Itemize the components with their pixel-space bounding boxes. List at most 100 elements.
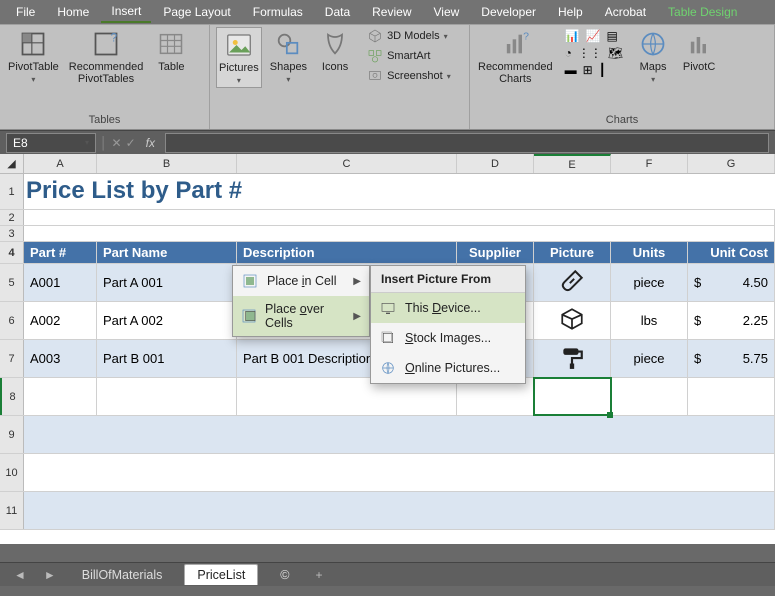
fx-button[interactable]: fx: [140, 136, 161, 150]
maps-button[interactable]: Maps ▾: [633, 27, 673, 86]
cell-part-name[interactable]: Part A 002: [97, 302, 237, 339]
cell-part-no[interactable]: A002: [24, 302, 97, 339]
formula-input[interactable]: [165, 133, 769, 153]
th-part-name[interactable]: Part Name: [97, 242, 237, 263]
cell-unit-cost[interactable]: $5.75: [688, 340, 775, 377]
table-button[interactable]: Table: [151, 27, 191, 75]
th-picture[interactable]: Picture: [534, 242, 611, 263]
sheet-tab-billofmaterials[interactable]: BillOfMaterials: [70, 565, 175, 585]
icons-button[interactable]: Icons: [315, 27, 355, 75]
sheet-nav-next[interactable]: ►: [40, 568, 60, 582]
cell[interactable]: [24, 378, 97, 415]
col-header-g[interactable]: G: [688, 154, 775, 173]
cell-units[interactable]: piece: [611, 340, 688, 377]
cancel-icon[interactable]: ✕: [112, 136, 122, 150]
tab-help[interactable]: Help: [548, 2, 593, 22]
cell-picture[interactable]: [534, 302, 611, 339]
cell-part-name[interactable]: Part A 001: [97, 264, 237, 301]
row-header-5[interactable]: 5: [0, 264, 24, 301]
row-header-9[interactable]: 9: [0, 416, 24, 453]
sheet-nav-prev[interactable]: ◄: [10, 568, 30, 582]
title-cell[interactable]: Price List by Part #: [24, 174, 775, 208]
sheet-tab-copyright[interactable]: ©: [268, 565, 301, 585]
th-supplier[interactable]: Supplier: [457, 242, 534, 263]
line-chart-icon[interactable]: 📈: [586, 29, 601, 43]
cell-unit-cost[interactable]: $2.25: [688, 302, 775, 339]
screenshot-button[interactable]: Screenshot ▾: [365, 67, 453, 85]
scatter-chart-icon[interactable]: ⋮⋮: [578, 46, 602, 60]
col-header-d[interactable]: D: [457, 154, 534, 173]
bar-chart-icon[interactable]: ▬: [565, 63, 577, 77]
smartart-button[interactable]: SmartArt: [365, 47, 453, 65]
row-header-4[interactable]: 4: [0, 242, 24, 263]
add-sheet-button[interactable]: +: [312, 568, 327, 582]
row-header-3[interactable]: 3: [0, 226, 24, 241]
3d-models-button[interactable]: 3D Models ▾: [365, 27, 453, 45]
cell-picture[interactable]: [534, 340, 611, 377]
horizontal-scrollbar[interactable]: [0, 544, 775, 562]
menu-place-over-cells[interactable]: Place over Cells ▶: [233, 296, 369, 336]
row-header-1[interactable]: 1: [0, 174, 24, 209]
name-box[interactable]: E8 ▾: [6, 133, 96, 153]
cell[interactable]: [97, 378, 237, 415]
col-header-e[interactable]: E: [534, 154, 611, 173]
cell-units[interactable]: lbs: [611, 302, 688, 339]
sheet-tab-pricelist[interactable]: PriceList: [184, 564, 258, 585]
select-all-cell[interactable]: ◢: [0, 154, 24, 173]
menu-place-in-cell[interactable]: Place in Cell ▶: [233, 266, 369, 296]
menu-stock-images[interactable]: Stock Images...: [371, 323, 525, 353]
col-header-b[interactable]: B: [97, 154, 237, 173]
pivot-table-button[interactable]: PivotTable ▾: [6, 27, 61, 86]
row-header-10[interactable]: 10: [0, 454, 24, 491]
tab-developer[interactable]: Developer: [471, 2, 546, 22]
cell-picture[interactable]: [534, 264, 611, 301]
column-chart-icon[interactable]: 📊: [565, 29, 580, 43]
row-header-6[interactable]: 6: [0, 302, 24, 339]
cell[interactable]: [24, 416, 775, 453]
cell-part-name[interactable]: Part B 001: [97, 340, 237, 377]
cell[interactable]: [688, 378, 775, 415]
th-description[interactable]: Description: [237, 242, 457, 263]
row-header-11[interactable]: 11: [0, 492, 24, 529]
th-part-no[interactable]: Part #: [24, 242, 97, 263]
shapes-button[interactable]: Shapes ▾: [268, 27, 309, 86]
col-header-c[interactable]: C: [237, 154, 457, 173]
row-header-2[interactable]: 2: [0, 210, 24, 225]
th-unit-cost[interactable]: Unit Cost: [688, 242, 775, 263]
selected-cell[interactable]: [534, 378, 611, 415]
menu-this-device[interactable]: This Device...: [371, 293, 525, 323]
tab-table-design[interactable]: Table Design: [658, 2, 747, 22]
cell[interactable]: [24, 454, 775, 491]
tab-view[interactable]: View: [424, 2, 470, 22]
col-header-a[interactable]: A: [24, 154, 97, 173]
recommended-pivot-button[interactable]: ? Recommended PivotTables: [67, 27, 146, 87]
tab-home[interactable]: Home: [47, 2, 99, 22]
hierarchy-chart-icon[interactable]: ▤: [607, 29, 618, 43]
cell[interactable]: [24, 492, 775, 529]
cell-blank[interactable]: [24, 226, 775, 241]
tab-page-layout[interactable]: Page Layout: [153, 2, 240, 22]
combo-chart-icon[interactable]: ⊞: [583, 63, 593, 77]
tab-formulas[interactable]: Formulas: [243, 2, 313, 22]
tab-acrobat[interactable]: Acrobat: [595, 2, 656, 22]
pie-chart-icon[interactable]: ◔: [565, 46, 572, 60]
enter-icon[interactable]: ✓: [126, 136, 136, 150]
row-header-8[interactable]: 8: [0, 378, 24, 415]
cell-blank[interactable]: [24, 210, 775, 225]
row-header-7[interactable]: 7: [0, 340, 24, 377]
cell-units[interactable]: piece: [611, 264, 688, 301]
cell-unit-cost[interactable]: $4.50: [688, 264, 775, 301]
cell-part-no[interactable]: A001: [24, 264, 97, 301]
tab-review[interactable]: Review: [362, 2, 421, 22]
recommended-charts-button[interactable]: ? Recommended Charts: [476, 27, 555, 87]
stock-chart-icon[interactable]: ┃: [599, 63, 606, 77]
pictures-button[interactable]: Pictures ▾: [216, 27, 262, 88]
cell-part-no[interactable]: A003: [24, 340, 97, 377]
cell[interactable]: [611, 378, 688, 415]
col-header-f[interactable]: F: [611, 154, 688, 173]
th-units[interactable]: Units: [611, 242, 688, 263]
map-chart-icon[interactable]: 🗺: [608, 46, 623, 60]
menu-online-pictures[interactable]: Online Pictures...: [371, 353, 525, 383]
tab-insert[interactable]: Insert: [101, 1, 151, 23]
tab-data[interactable]: Data: [315, 2, 360, 22]
